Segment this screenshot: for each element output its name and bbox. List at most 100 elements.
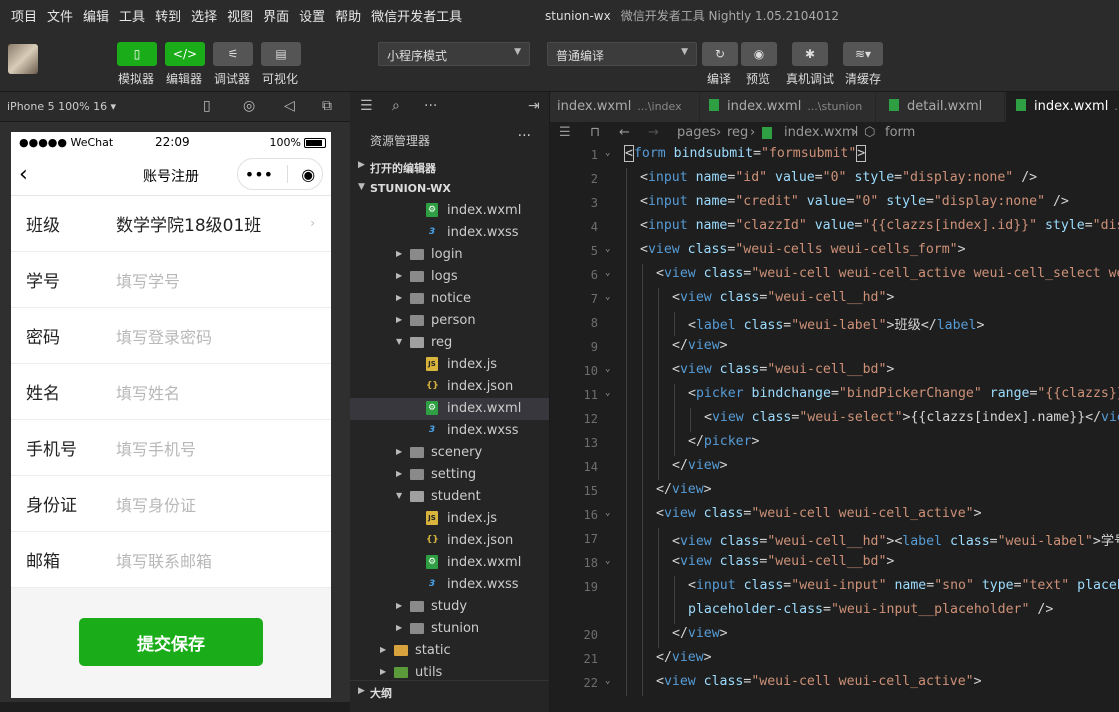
menu-settings[interactable]: 设置 xyxy=(294,6,330,25)
visual-button[interactable]: ▤ xyxy=(261,42,301,66)
tree-item[interactable]: ⚙ index.wxml xyxy=(350,200,549,222)
tree-item[interactable]: ▶ login xyxy=(350,244,549,266)
fold-chevron-icon[interactable]: ⌄ xyxy=(605,364,610,374)
more-icon[interactable]: ··· xyxy=(424,98,437,114)
forward-arrow-icon[interactable]: → xyxy=(648,125,659,140)
fold-chevron-icon[interactable]: ⌄ xyxy=(605,268,610,278)
id-card-input[interactable]: 填写身份证 xyxy=(116,492,196,516)
tree-item[interactable]: JS index.js xyxy=(350,508,549,530)
record-icon[interactable]: ◎ xyxy=(243,98,255,114)
code-token: class xyxy=(711,290,760,305)
fold-chevron-icon[interactable]: ⌄ xyxy=(605,676,610,686)
tab-index-wxml-reg[interactable]: index.wxml ...\ xyxy=(1006,92,1119,122)
tab-detail-wxml[interactable]: detail.wxml xyxy=(877,92,1005,122)
breadcrumb-reg[interactable]: reg xyxy=(727,125,748,140)
fold-chevron-icon[interactable]: ⌄ xyxy=(605,556,610,566)
fold-chevron-icon[interactable]: ⌄ xyxy=(605,244,610,254)
code-token: > xyxy=(856,145,867,162)
tab-index-wxml-stunion[interactable]: index.wxml ...\stunion xyxy=(701,92,876,122)
class-picker-value[interactable]: 数学学院18级01班 xyxy=(116,211,261,236)
fold-chevron-icon[interactable]: ⌄ xyxy=(605,292,610,302)
folder-icon xyxy=(410,623,424,634)
menu-wechat-devtools[interactable]: 微信开发者工具 xyxy=(366,6,467,25)
class-row[interactable]: 班级 数学学院18级01班 › xyxy=(11,196,331,252)
code-text: <view class="weui-select">{{clazzs[index… xyxy=(704,410,1119,425)
tree-item[interactable]: ▶ scenery xyxy=(350,442,549,464)
phone-icon[interactable]: ▯ xyxy=(203,98,211,114)
phone-input[interactable]: 填写手机号 xyxy=(116,436,196,460)
tree-item[interactable]: ▼ student xyxy=(350,486,549,508)
outline-section[interactable]: ▶ 大纲 xyxy=(350,680,549,702)
indent-guide xyxy=(626,336,627,360)
compile-select[interactable]: 普通编译 ▼ xyxy=(547,42,697,66)
menu-project[interactable]: 项目 xyxy=(6,6,42,25)
more-icon[interactable]: ••• xyxy=(245,165,273,184)
tree-item[interactable]: ▶ static xyxy=(350,640,549,662)
breadcrumb-pages[interactable]: pages xyxy=(677,125,716,140)
menu-interface[interactable]: 界面 xyxy=(258,6,294,25)
breadcrumb-form[interactable]: form xyxy=(885,125,915,140)
tree-item[interactable]: ▶ person xyxy=(350,310,549,332)
editor-button[interactable]: </> xyxy=(165,42,205,66)
code-editor[interactable]: 1 ⌄ <form bindsubmit="formsubmit"> 2 <input … xyxy=(550,144,1119,712)
code-token: view xyxy=(663,506,696,521)
submit-button[interactable]: 提交保存 xyxy=(79,618,263,666)
code-token: "weui-cell weui-cell_active" xyxy=(751,506,974,521)
open-editors-section[interactable]: ▶ 打开的编辑器 xyxy=(350,156,549,178)
student-no-input[interactable]: 填写学号 xyxy=(116,268,180,292)
tree-item[interactable]: 3 index.wxss xyxy=(350,420,549,442)
root-section[interactable]: ▼ STUNION-WX xyxy=(350,178,549,200)
menu-edit[interactable]: 编辑 xyxy=(78,6,114,25)
fold-chevron-icon[interactable]: ⌄ xyxy=(605,388,610,398)
menu-select[interactable]: 选择 xyxy=(186,6,222,25)
more-icon[interactable]: ··· xyxy=(518,128,531,144)
search-icon[interactable]: ⌕ xyxy=(392,98,400,114)
tree-item[interactable]: 3 index.wxss xyxy=(350,574,549,596)
list-icon[interactable]: ☰ xyxy=(360,98,373,114)
menu-view[interactable]: 视图 xyxy=(222,6,258,25)
tree-item[interactable]: {} index.json xyxy=(350,530,549,552)
device-select[interactable]: iPhone 5 100% 16 ▾ xyxy=(7,100,116,113)
simulator-button[interactable]: ▯ xyxy=(117,42,157,66)
preview-button[interactable]: ◉ xyxy=(741,42,777,66)
tab-index-wxml-index[interactable]: index.wxml ...\index xyxy=(550,92,700,122)
menu-file[interactable]: 文件 xyxy=(42,6,78,25)
fold-chevron-icon[interactable]: ⌄ xyxy=(605,508,610,518)
popout-icon[interactable]: ⧉ xyxy=(322,98,332,114)
tree-item[interactable]: ▶ setting xyxy=(350,464,549,486)
fold-chevron-icon[interactable]: ⌄ xyxy=(605,148,610,158)
close-circle-icon[interactable]: ◉ xyxy=(301,165,315,184)
name-input[interactable]: 填写姓名 xyxy=(116,380,180,404)
menu-help[interactable]: 帮助 xyxy=(330,6,366,25)
tree-item[interactable]: 3 index.wxss xyxy=(350,222,549,244)
indent-guide xyxy=(626,408,627,432)
tree-item[interactable]: ▶ study xyxy=(350,596,549,618)
bookmark-icon[interactable]: ⊓ xyxy=(590,125,600,140)
tree-item[interactable]: ▶ notice xyxy=(350,288,549,310)
email-input[interactable]: 填写联系邮箱 xyxy=(116,548,212,572)
clear-cache-button[interactable]: ≋▾ xyxy=(843,42,883,66)
chevron-right-icon: ▶ xyxy=(396,293,403,302)
clear-cache-label: 清缓存 xyxy=(845,72,882,86)
tree-item[interactable]: ▶ stunion xyxy=(350,618,549,640)
code-token: = xyxy=(894,170,903,185)
debugger-button[interactable]: ⚟ xyxy=(213,42,253,66)
collapse-panel-icon[interactable]: ⇥ xyxy=(528,98,540,114)
volume-icon[interactable]: ◁ xyxy=(284,98,295,114)
tree-item[interactable]: ⚙ index.wxml xyxy=(350,552,549,574)
tree-item[interactable]: JS index.js xyxy=(350,354,549,376)
password-input[interactable]: 填写登录密码 xyxy=(116,324,212,348)
compile-button[interactable]: ↻ xyxy=(702,42,738,66)
mode-select[interactable]: 小程序模式 ▼ xyxy=(378,42,530,66)
back-arrow-icon[interactable]: ← xyxy=(619,125,630,140)
tree-item[interactable]: ▶ logs xyxy=(350,266,549,288)
tree-item[interactable]: ⚙ index.wxml xyxy=(350,398,549,420)
menu-tools[interactable]: 工具 xyxy=(114,6,150,25)
menu-goto[interactable]: 转到 xyxy=(150,6,186,25)
list-icon[interactable]: ☰ xyxy=(559,125,571,140)
device-debug-button[interactable]: ✱ xyxy=(792,42,828,66)
tree-item[interactable]: ▼ reg xyxy=(350,332,549,354)
tree-item[interactable]: {} index.json xyxy=(350,376,549,398)
breadcrumb-file[interactable]: index.wxml xyxy=(784,125,858,140)
avatar[interactable] xyxy=(8,44,38,74)
